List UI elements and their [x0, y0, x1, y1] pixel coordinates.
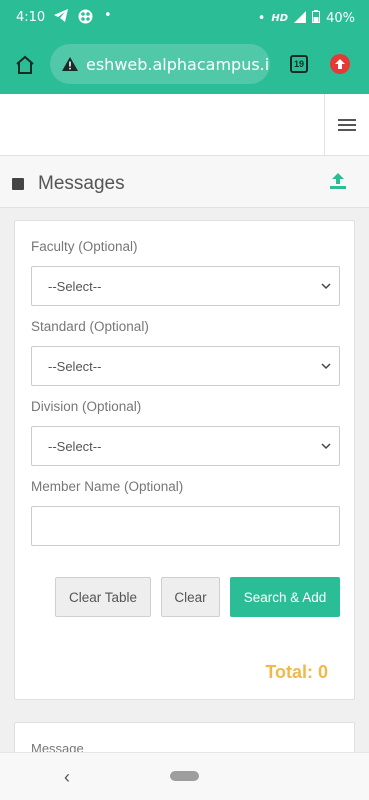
faculty-label: Faculty (Optional): [31, 239, 138, 254]
note-icon: [12, 178, 24, 190]
page-title: Messages: [38, 173, 125, 194]
status-bar: 4:10 • • HD 40%: [0, 0, 369, 36]
browser-toolbar: eshweb.alphacampus.in 19: [0, 36, 369, 94]
battery-icon: [312, 10, 321, 27]
url-text: eshweb.alphacampus.in: [86, 54, 270, 74]
chevron-down-icon: [321, 283, 331, 290]
division-label: Division (Optional): [31, 399, 142, 414]
clear-button[interactable]: Clear: [161, 577, 220, 617]
hamburger-menu-button[interactable]: [324, 94, 369, 155]
tab-switcher-button[interactable]: 19: [290, 55, 308, 73]
hamburger-icon: [338, 118, 356, 131]
search-add-button[interactable]: Search & Add: [230, 577, 340, 617]
chevron-down-icon: [321, 363, 331, 370]
member-name-input[interactable]: [31, 506, 340, 546]
url-bar[interactable]: eshweb.alphacampus.in: [50, 44, 270, 84]
total-count: Total: 0: [265, 662, 328, 682]
dot-indicator-icon: •: [104, 8, 112, 23]
clear-table-button[interactable]: Clear Table: [55, 577, 151, 617]
app-header: [0, 94, 369, 156]
status-time: 4:10: [16, 10, 46, 25]
page-title-bar: Messages: [0, 156, 369, 208]
system-navigation-bar: ‹: [0, 752, 369, 800]
division-select[interactable]: --Select--: [31, 426, 340, 466]
update-icon[interactable]: [330, 54, 350, 74]
app-notification-icon: [78, 9, 93, 28]
standard-label: Standard (Optional): [31, 319, 149, 334]
standard-select[interactable]: --Select--: [31, 346, 340, 386]
message-filter-card: Faculty (Optional) --Select-- Standard (…: [14, 220, 355, 700]
member-name-label: Member Name (Optional): [31, 479, 184, 494]
telegram-icon: [54, 9, 68, 26]
battery-level: 40%: [326, 11, 355, 26]
chevron-down-icon: [321, 443, 331, 450]
dot-indicator-icon: •: [257, 11, 266, 26]
faculty-select-value: --Select--: [48, 278, 102, 294]
network-type: HD: [271, 13, 289, 24]
home-gesture-pill[interactable]: [170, 771, 199, 781]
division-select-value: --Select--: [48, 438, 102, 454]
faculty-select[interactable]: --Select--: [31, 266, 340, 306]
upload-icon[interactable]: [329, 172, 347, 195]
warning-icon: [62, 57, 78, 71]
back-icon[interactable]: ‹: [64, 767, 70, 788]
standard-select-value: --Select--: [48, 358, 102, 374]
signal-icon: [294, 10, 307, 27]
home-icon[interactable]: [14, 54, 36, 76]
